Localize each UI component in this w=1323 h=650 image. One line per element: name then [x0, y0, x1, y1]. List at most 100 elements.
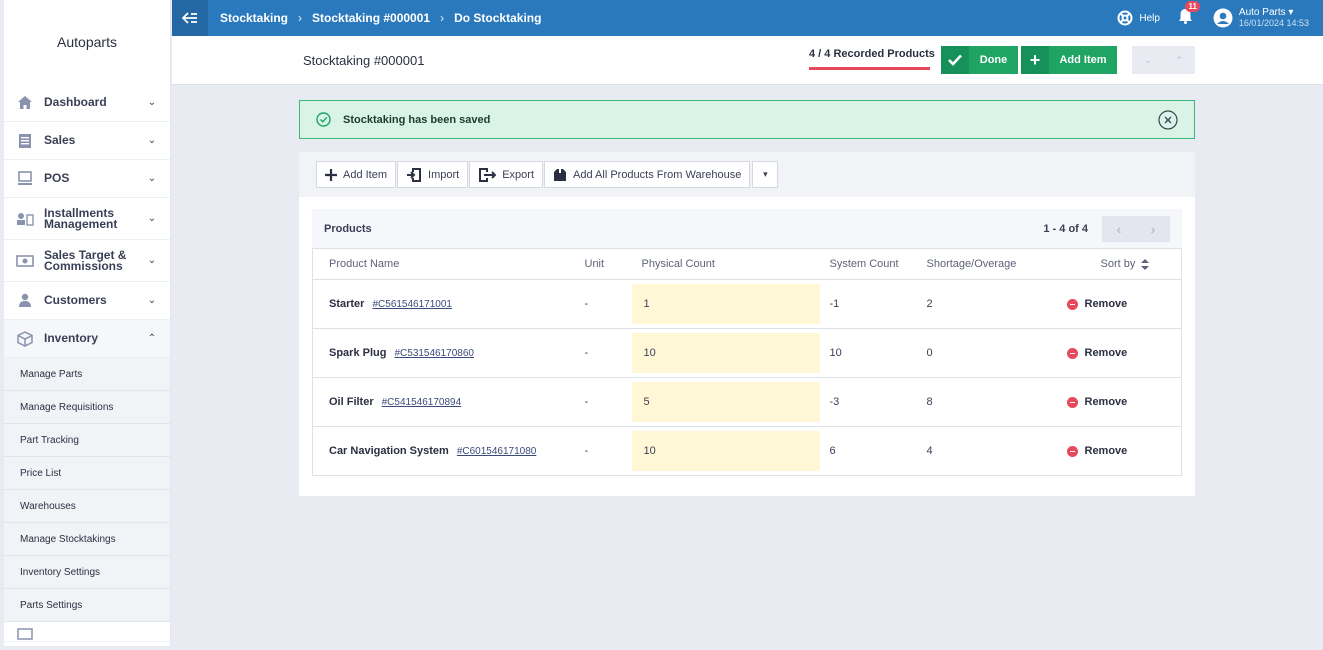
top-right-controls: Help 11 Auto Parts ▾ 16/01/2024 14:53 [1117, 0, 1309, 36]
sidebar-item-label: Inventory [44, 331, 99, 345]
import-button[interactable]: Import [397, 161, 469, 188]
remove-button[interactable]: Remove [1066, 445, 1182, 457]
remove-icon [1066, 347, 1078, 359]
physical-count-input[interactable]: 10 [631, 431, 820, 471]
user-icon [16, 292, 34, 310]
sidebar-item-label: POS [44, 171, 70, 185]
add-all-label: Add All Products From Warehouse [573, 168, 742, 181]
user-menu[interactable]: Auto Parts ▾ 16/01/2024 14:53 [1213, 7, 1309, 29]
physical-count-input[interactable]: 5 [631, 382, 820, 422]
product-code-link[interactable]: #C561546171001 [372, 299, 452, 310]
product-unit: - [584, 279, 632, 329]
product-name: Oil Filter [329, 396, 374, 408]
help-label: Help [1139, 12, 1160, 24]
sidebar-item-installments[interactable]: Installments Management ⌄ [4, 198, 170, 240]
product-unit: - [584, 377, 632, 427]
notification-badge: 11 [1185, 0, 1200, 12]
products-toolbar: Add Item Import Export Add All Products … [299, 152, 1195, 197]
back-button[interactable] [172, 0, 208, 36]
warehouse-box-icon [553, 168, 567, 182]
report-icon [16, 623, 34, 641]
sidebar-item-cut-off[interactable] [4, 622, 170, 642]
page-header: Stocktaking #000001 4 / 4 Recorded Produ… [172, 36, 1323, 85]
sidebar-item-dashboard[interactable]: Dashboard ⌄ [4, 84, 170, 122]
chevron-up-icon[interactable]: ⌃ [1164, 46, 1196, 74]
breadcrumb-stocktaking[interactable]: Stocktaking [220, 11, 288, 25]
physical-count-input[interactable]: 1 [631, 284, 820, 324]
system-count: -3 [819, 377, 927, 427]
chevron-down-icon[interactable]: ⌄ [1132, 46, 1164, 74]
check-circle-icon [316, 112, 331, 127]
pagination-range: 1 - 4 of 4 [1043, 222, 1088, 235]
pagination-buttons: ‹ › [1102, 215, 1170, 242]
col-unit: Unit [584, 248, 632, 280]
add-item-header-button[interactable]: + Add Item [1021, 46, 1117, 74]
physical-count-input[interactable]: 10 [631, 333, 820, 373]
remove-button[interactable]: Remove [1066, 298, 1182, 310]
arrow-left-icon [182, 12, 197, 24]
table-row: Car Navigation System #C601546171080 - 10… [312, 426, 1182, 476]
notifications-button[interactable]: 11 [1178, 0, 1200, 29]
remove-button[interactable]: Remove [1066, 396, 1182, 408]
sidebar: Autoparts Dashboard ⌄ Sales ⌄ POS ⌄ Inst… [4, 0, 171, 646]
page-title: Stocktaking #000001 [303, 53, 425, 68]
close-alert-button[interactable] [1158, 109, 1178, 130]
user-name: Auto Parts [1238, 7, 1286, 18]
remove-icon [1066, 396, 1078, 408]
sidebar-subitem-inventory-settings[interactable]: Inventory Settings [4, 556, 170, 589]
product-name: Car Navigation System [329, 445, 449, 457]
sidebar-subitem-manage-stocktakings[interactable]: Manage Stocktakings [4, 523, 170, 556]
user-date: 16/01/2024 14:53 [1238, 18, 1309, 28]
recorded-products-tab[interactable]: 4 / 4 Recorded Products [809, 48, 935, 60]
sidebar-subitem-price-list[interactable]: Price List [4, 457, 170, 490]
sidebar-subitem-part-tracking[interactable]: Part Tracking [4, 424, 170, 457]
help-button[interactable]: Help [1117, 10, 1160, 26]
add-all-products-button[interactable]: Add All Products From Warehouse [544, 161, 751, 188]
chevron-left-icon: ‹ [1116, 220, 1122, 237]
sidebar-subitem-warehouses[interactable]: Warehouses [4, 490, 170, 523]
add-item-button[interactable]: Add Item [316, 161, 397, 188]
inventory-submenu: Manage Parts Manage Requisitions Part Tr… [4, 358, 170, 622]
products-section: Products 1 - 4 of 4 ‹ › Product Name Uni… [312, 209, 1182, 476]
product-code-link[interactable]: #C541546170894 [382, 397, 462, 408]
sidebar-item-customers[interactable]: Customers ⌄ [4, 282, 170, 320]
sidebar-subitem-parts-settings[interactable]: Parts Settings [4, 589, 170, 622]
alert-message: Stocktaking has been saved [343, 113, 491, 126]
sort-icon [1141, 258, 1150, 270]
sidebar-item-pos[interactable]: POS ⌄ [4, 160, 170, 198]
prev-page-button[interactable]: ‹ [1102, 216, 1136, 242]
remove-button[interactable]: Remove [1066, 347, 1182, 359]
sidebar-subitem-manage-requisitions[interactable]: Manage Requisitions [4, 391, 170, 424]
product-unit: - [584, 426, 632, 476]
breadcrumb-current: Do Stocktaking [454, 11, 542, 25]
product-code-link[interactable]: #C601546171080 [457, 446, 537, 457]
product-code-link[interactable]: #C531546170860 [394, 348, 474, 359]
sidebar-item-sales-target[interactable]: Sales Target & Commissions ⌄ [4, 240, 170, 282]
remove-label: Remove [1084, 445, 1128, 457]
done-label: Done [979, 54, 1008, 66]
plus-icon: + [1021, 46, 1049, 74]
sidebar-item-label: Installments Management [44, 205, 118, 231]
home-icon [16, 94, 34, 112]
import-icon [406, 167, 422, 183]
lifebuoy-icon [1117, 10, 1133, 26]
col-product-name: Product Name [312, 248, 585, 280]
sort-by-button[interactable]: Sort by [1101, 258, 1182, 270]
sidebar-item-sales[interactable]: Sales ⌄ [4, 122, 170, 160]
col-shortage-overage: Shortage/Overage [926, 248, 1085, 280]
sidebar-subitem-manage-parts[interactable]: Manage Parts [4, 358, 170, 391]
success-alert: Stocktaking has been saved [299, 100, 1195, 139]
top-bar: Stocktaking › Stocktaking #000001 › Do S… [172, 0, 1323, 36]
record-nav-buttons: ⌄ ⌃ [1132, 46, 1195, 74]
sidebar-item-inventory[interactable]: Inventory ⌃ [4, 320, 170, 358]
export-button[interactable]: Export [469, 161, 544, 188]
products-title: Products [324, 222, 372, 235]
breadcrumb-stocktaking-number[interactable]: Stocktaking #000001 [312, 11, 430, 25]
sidebar-item-label: Sales [44, 133, 76, 147]
chevron-up-icon: ⌃ [147, 333, 157, 344]
next-page-button[interactable]: › [1136, 216, 1170, 242]
more-options-dropdown[interactable]: ▾ [752, 161, 779, 188]
chevron-down-icon: ⌄ [147, 295, 157, 306]
done-button[interactable]: Done [941, 46, 1018, 74]
add-item-label: Add Item [1059, 54, 1107, 66]
